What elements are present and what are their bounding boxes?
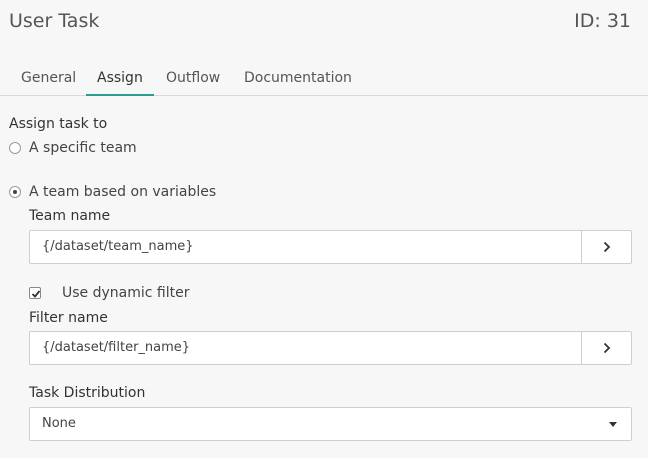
dynamic-filter-label: Use dynamic filter [62,285,190,301]
tab-bar: General Assign Outflow Documentation [0,60,648,96]
radio-button-checked[interactable] [9,186,21,198]
filter-name-label: Filter name [29,310,108,326]
team-name-label: Team name [29,208,111,224]
dynamic-filter-checkbox[interactable] [29,287,41,299]
radio-team-variables-label: A team based on variables [29,184,217,200]
radio-team-variables[interactable]: A team based on variables [9,184,216,200]
filter-name-value[interactable]: {/dataset/filter_name} [42,340,190,355]
filter-name-field[interactable]: {/dataset/filter_name} [29,331,632,365]
chevron-right-icon [603,342,610,354]
radio-specific-team[interactable]: A specific team [9,140,137,156]
team-name-value[interactable]: {/dataset/team_name} [42,239,194,254]
tab-documentation[interactable]: Documentation [233,70,363,96]
task-id-label: ID: 31 [574,10,631,32]
radio-button-unchecked[interactable] [9,142,21,154]
tab-general[interactable]: General [10,70,87,96]
team-name-picker-button[interactable] [581,231,631,263]
page-title: User Task [9,10,100,32]
task-distribution-value: None [42,416,76,431]
task-distribution-select[interactable]: None [29,407,632,441]
radio-specific-team-label: A specific team [29,140,137,156]
tab-outflow[interactable]: Outflow [155,70,231,96]
assign-task-to-label: Assign task to [9,116,108,132]
caret-down-icon [609,422,617,427]
chevron-right-icon [603,241,610,253]
tab-assign[interactable]: Assign [86,70,154,96]
dynamic-filter-checkbox-row[interactable]: Use dynamic filter [29,285,189,301]
task-distribution-label: Task Distribution [29,385,146,401]
checkmark-icon [31,290,41,298]
task-header: User Task ID: 31 [0,0,648,50]
filter-name-picker-button[interactable] [581,332,631,364]
team-name-field[interactable]: {/dataset/team_name} [29,230,632,264]
